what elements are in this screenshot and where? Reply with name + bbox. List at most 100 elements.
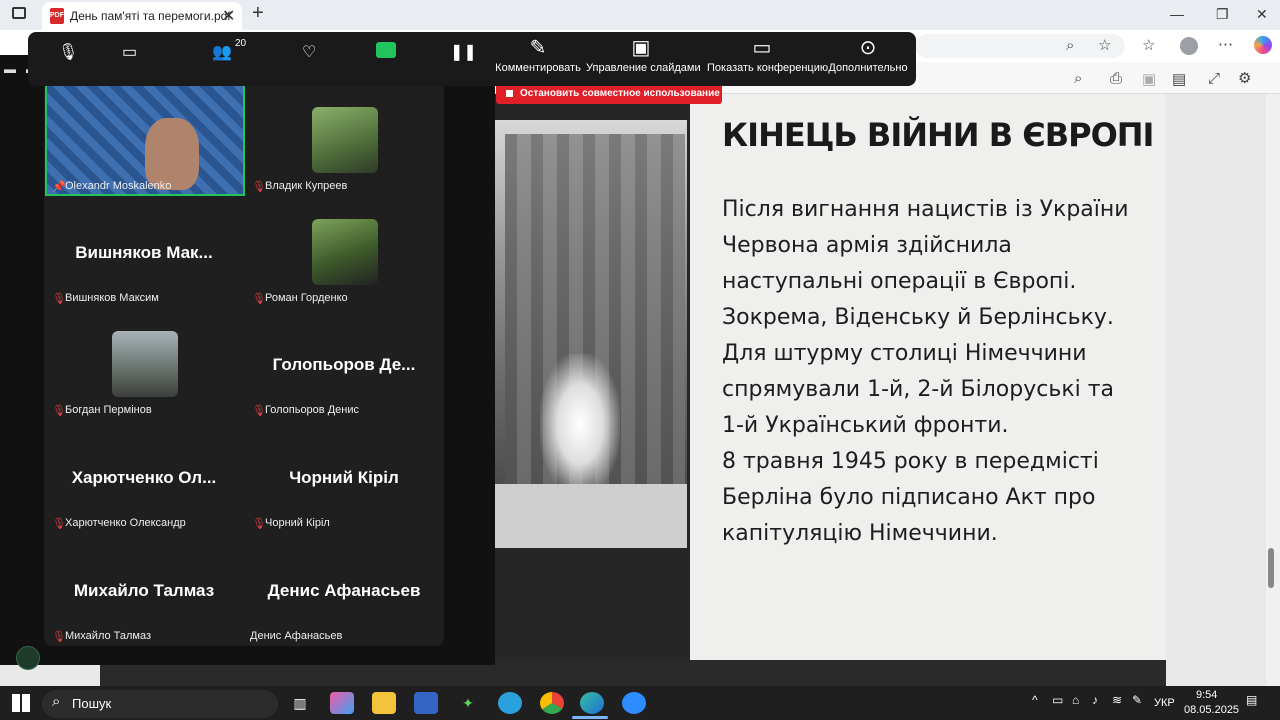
annotate-fab-icon[interactable] <box>16 646 40 670</box>
slide-title: КІНЕЦЬ ВІЙНИ В ЄВРОПІ <box>722 116 1154 154</box>
network-icon[interactable]: ⌂ <box>1072 693 1079 707</box>
participant-photo[interactable] <box>112 331 178 397</box>
share-screen-icon[interactable] <box>376 42 396 58</box>
mic-muted-icon: 🎙 <box>252 518 266 530</box>
mic-muted-icon: 🎙 <box>252 181 266 193</box>
participant-name: Харютченко Олександр <box>65 517 186 529</box>
save-icon[interactable]: ▣ <box>1142 70 1156 88</box>
windows-start-icon[interactable] <box>12 694 30 712</box>
participant-name: Olexandr Moskalenko <box>65 180 172 192</box>
tab-actions-icon[interactable] <box>12 7 26 19</box>
volume-icon[interactable]: ♪ <box>1092 693 1098 707</box>
participant-big-name[interactable]: Чорний Кіріл <box>244 468 444 488</box>
tab-close-icon[interactable]: ✕ <box>222 6 235 26</box>
video-icon[interactable]: ▭ <box>122 42 137 62</box>
photo-street <box>495 484 687 548</box>
participants-count: 20 <box>235 38 247 49</box>
address-bar[interactable] <box>915 34 1125 58</box>
mic-muted-icon: 🎙 <box>52 518 66 530</box>
participant-name: Михайло Талмаз <box>65 630 152 642</box>
minimize-icon[interactable]: — <box>1170 6 1184 22</box>
pause-share-icon[interactable]: ❚❚ <box>450 42 477 62</box>
print-icon[interactable]: ⎙ <box>1110 70 1122 87</box>
participants-icon[interactable]: 👥 <box>212 42 232 62</box>
show-meeting-button[interactable]: ▭ Показать конференцию <box>707 34 829 74</box>
slide-paragraph-2: 8 травня 1945 року в передмісті Берліна … <box>722 449 1099 546</box>
window-close-icon[interactable]: ✕ <box>1256 6 1268 23</box>
pdf-search-icon[interactable]: ⌕ <box>1074 70 1082 87</box>
new-tab-button[interactable]: + <box>252 2 264 25</box>
browser-tab[interactable]: PDF День пам'яті та перемоги.pdf ✕ <box>42 2 242 30</box>
settings-more-icon[interactable]: ⋯ <box>1218 35 1233 53</box>
photo-smoke <box>540 354 620 494</box>
zoom-app-icon[interactable] <box>622 692 646 714</box>
fullscreen-icon[interactable]: ⤢ <box>1208 70 1220 87</box>
clock-time[interactable]: 9:54 <box>1196 689 1217 701</box>
wifi-icon[interactable]: ≋ <box>1112 693 1122 707</box>
participant-photo[interactable] <box>312 107 378 173</box>
clock-date[interactable]: 08.05.2025 <box>1184 704 1239 716</box>
participant-name: Голопьоров Денис <box>265 404 359 416</box>
monitor-icon: ▭ <box>752 37 772 59</box>
copilot-app-icon[interactable] <box>330 692 354 714</box>
participant-big-name[interactable]: Харютченко Ол... <box>44 468 244 488</box>
pen-icon[interactable]: ✎ <box>1132 693 1142 707</box>
language-indicator[interactable]: УКР <box>1154 697 1175 709</box>
participant-name: Денис Афанасьев <box>250 630 343 642</box>
chrome-icon[interactable] <box>540 692 564 714</box>
profile-avatar[interactable] <box>1180 37 1198 55</box>
annotate-button[interactable]: ✎ Комментировать <box>483 34 593 74</box>
manage-slides-label: Управление слайдами <box>586 62 701 74</box>
mic-muted-icon: 🎙 <box>252 405 266 417</box>
mic-muted-icon: 🎙 <box>52 293 66 305</box>
more-button[interactable]: ⊙ Дополнительно <box>813 34 923 74</box>
app-icon[interactable]: ✦ <box>456 692 480 714</box>
participant-name: Чорний Кіріл <box>265 517 330 529</box>
mic-muted-icon: 🎙 <box>52 405 66 417</box>
participant-big-name[interactable]: Михайло Талмаз <box>44 581 244 601</box>
pencil-icon: ✎ <box>529 37 547 59</box>
copilot-icon[interactable] <box>1254 36 1272 54</box>
show-meeting-label: Показать конференцию <box>707 62 829 74</box>
active-app-indicator <box>572 716 608 719</box>
reactions-icon[interactable]: ♡ <box>302 42 316 62</box>
manage-slides-button[interactable]: ▣ Управление слайдами <box>586 34 701 74</box>
mic-muted-icon: 🎙 <box>52 631 66 643</box>
scrollbar-thumb[interactable] <box>1268 548 1274 588</box>
participant-name: Богдан Пермінов <box>65 404 152 416</box>
pin-icon: 📌 <box>52 181 66 193</box>
notifications-icon[interactable]: ▤ <box>1246 693 1257 707</box>
battery-icon[interactable]: ▭ <box>1052 693 1063 707</box>
participant-name: Владик Купреев <box>265 180 348 192</box>
minimize-view-icon[interactable]: ▬ <box>4 62 16 76</box>
favorites-icon[interactable]: ☆ <box>1142 36 1155 54</box>
tab-title: День пам'яті та перемоги.pdf <box>70 9 231 23</box>
save-as-icon[interactable]: ▤ <box>1172 70 1186 88</box>
telegram-icon[interactable] <box>498 692 522 714</box>
pdf-settings-icon[interactable]: ⚙ <box>1238 69 1251 87</box>
stop-icon <box>506 90 513 97</box>
more-icon: ⊙ <box>859 37 877 59</box>
file-explorer-icon[interactable] <box>372 692 396 714</box>
search-icon: ⌕ <box>52 693 61 710</box>
participant-big-name[interactable]: Денис Афанасьев <box>244 581 444 601</box>
edge-icon[interactable] <box>580 692 604 714</box>
maximize-icon[interactable]: ❐ <box>1216 6 1229 23</box>
store-icon[interactable] <box>414 692 438 714</box>
search-label: Пошук <box>72 696 112 711</box>
stop-share-button[interactable]: Остановить совместное использование <box>496 84 722 104</box>
zoom-search-icon[interactable]: ⌕ <box>1066 37 1074 54</box>
mic-muted-icon: 🎙 <box>252 293 266 305</box>
scrollbar[interactable] <box>1266 94 1280 686</box>
participant-name: Роман Горденко <box>265 292 348 304</box>
task-view-icon[interactable]: ▥ <box>288 692 312 714</box>
participant-big-name[interactable]: Голопьоров Де... <box>244 355 444 375</box>
pdf-file-icon: PDF <box>50 8 64 24</box>
favorite-star-icon[interactable]: ☆ <box>1098 36 1111 54</box>
annotate-label: Комментировать <box>495 62 581 74</box>
participant-photo[interactable] <box>312 219 378 285</box>
participant-name: Вишняков Максим <box>65 292 159 304</box>
mic-icon[interactable]: 🎙 <box>58 42 78 62</box>
tray-overflow-icon[interactable]: ^ <box>1032 693 1038 707</box>
participant-big-name[interactable]: Вишняков Мак... <box>44 243 244 263</box>
